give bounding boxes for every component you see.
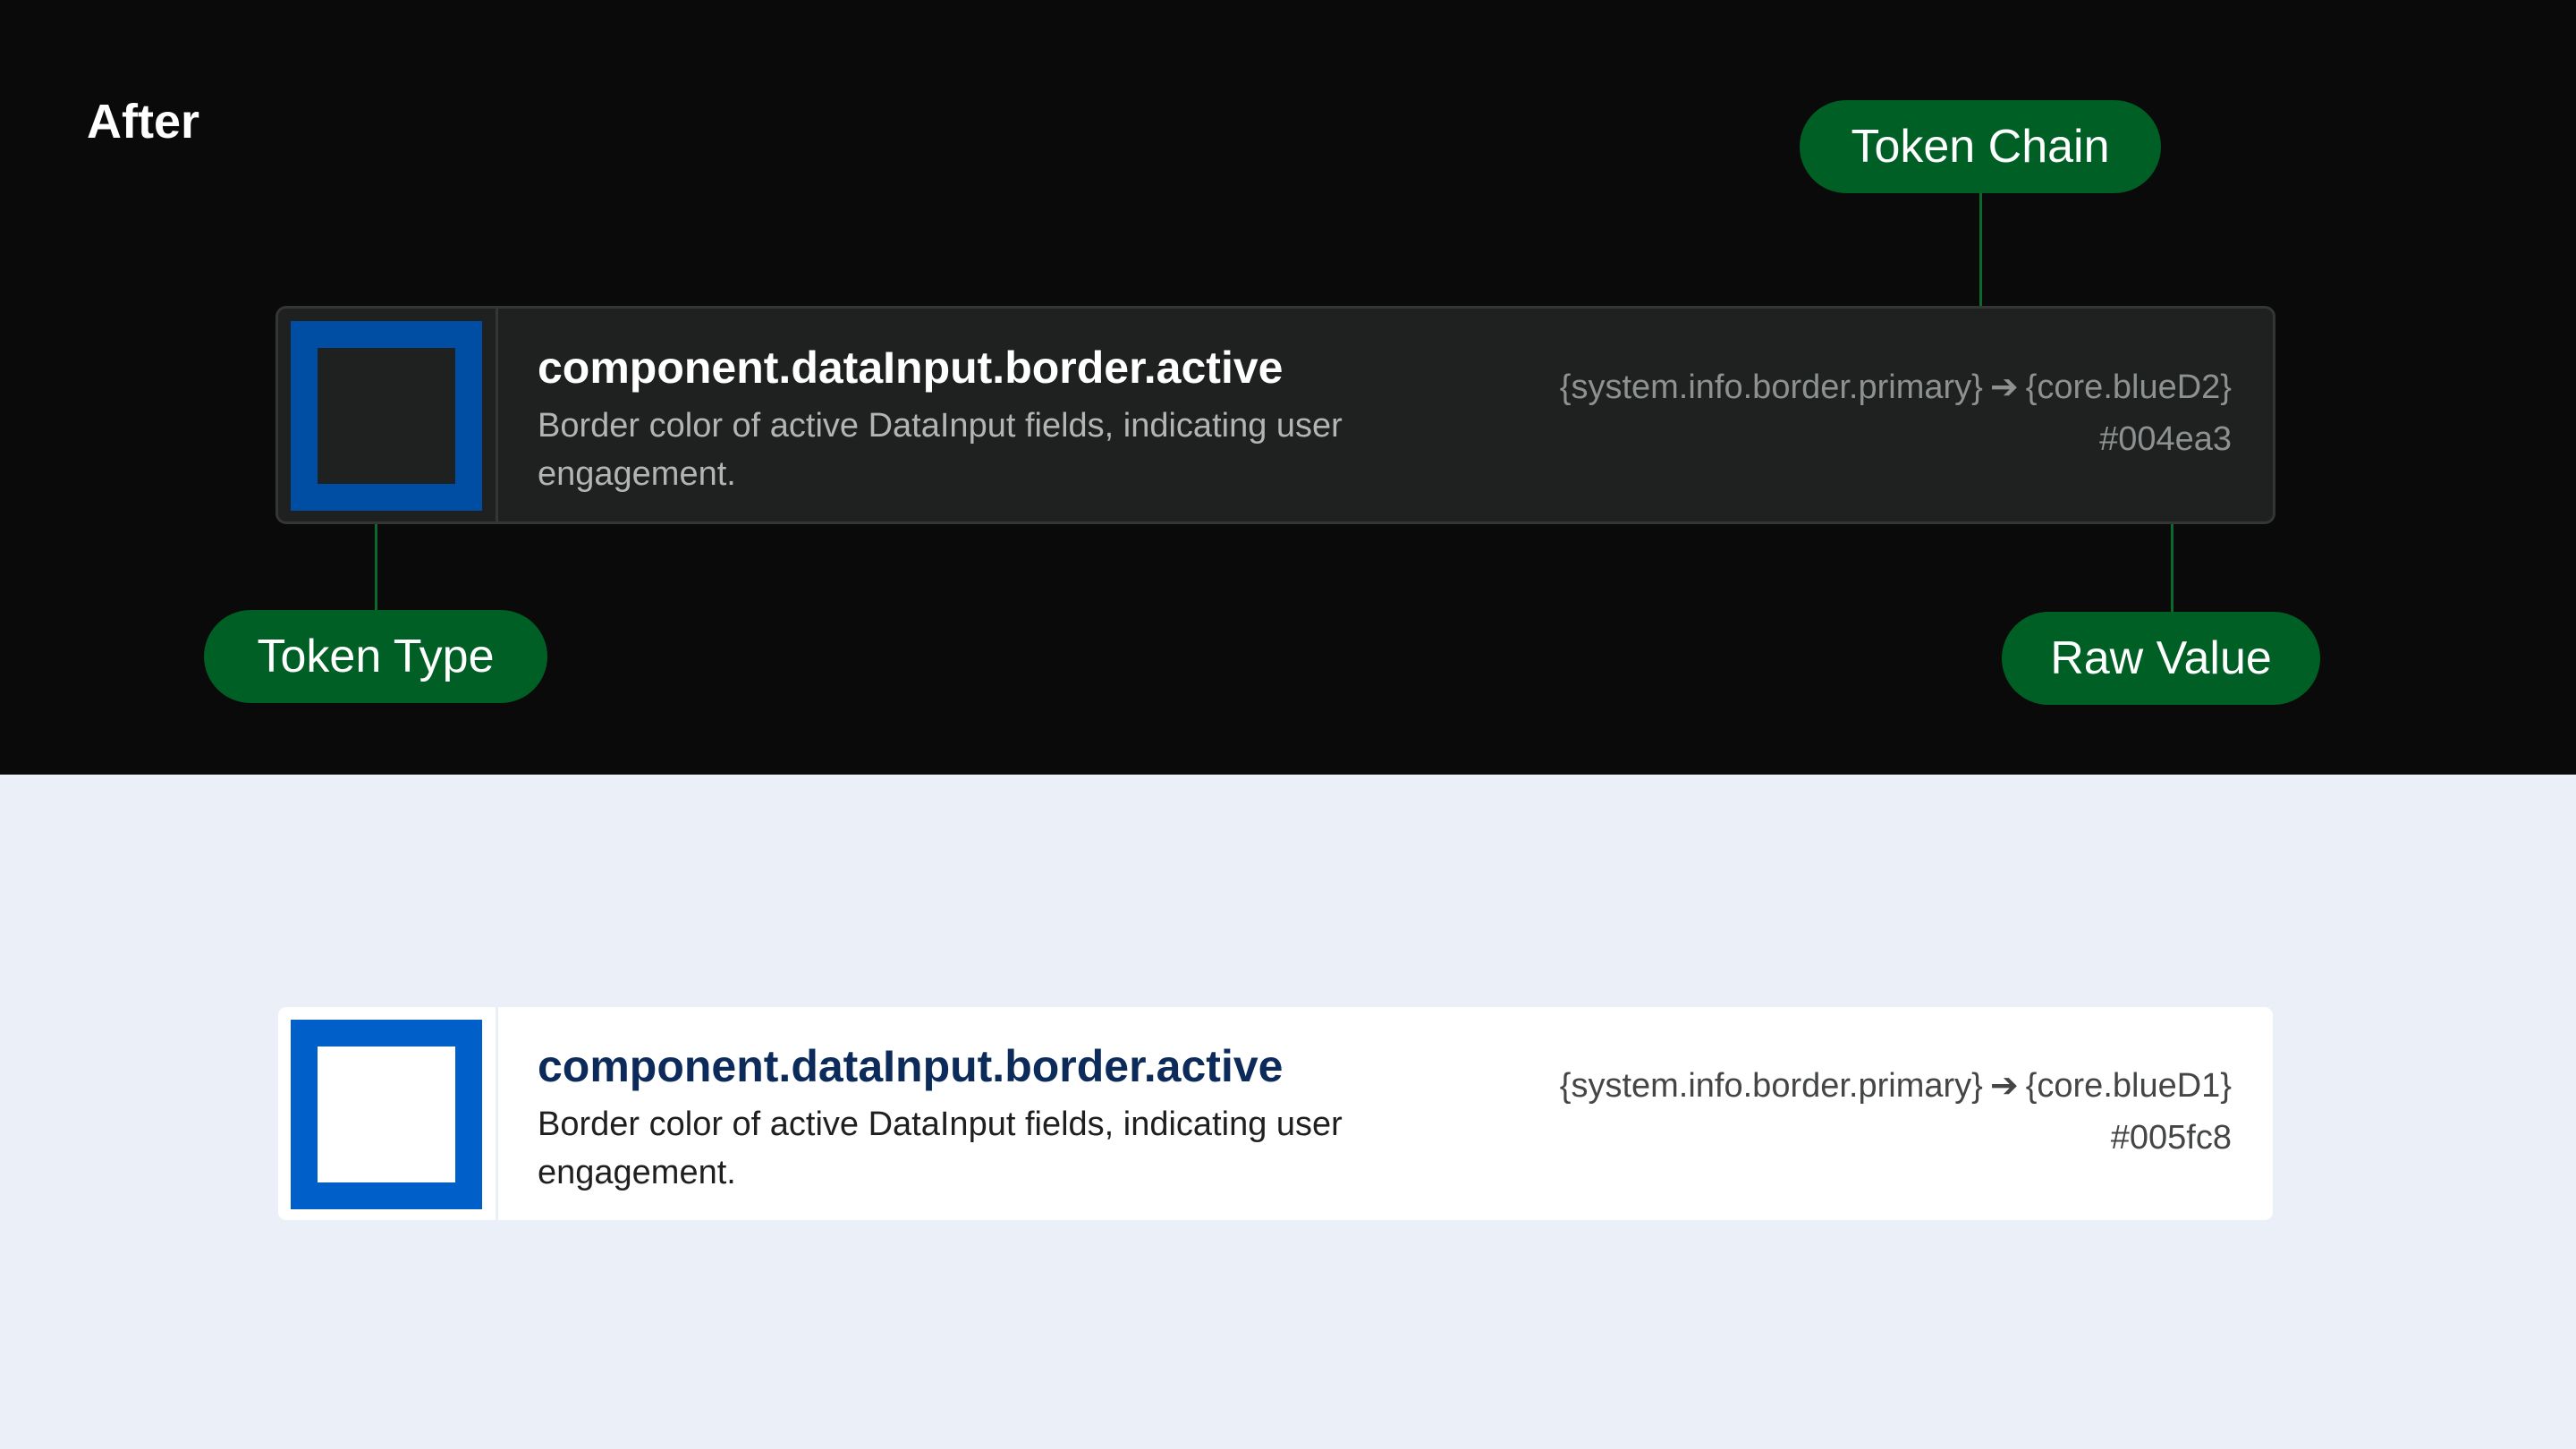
arrow-right-icon: ➔ bbox=[1989, 1067, 2019, 1105]
callout-raw-value: Raw Value bbox=[2002, 612, 2320, 705]
dark-theme-section: After component.dataInput.border.active … bbox=[0, 0, 2576, 775]
token-chain: {system.info.border.primary} ➔ {core.blueD… bbox=[1560, 1064, 2232, 1107]
token-chain-target: {core.blueD2} bbox=[2025, 369, 2232, 406]
arrow-right-icon: ➔ bbox=[1989, 369, 2019, 406]
token-chain-source: {system.info.border.primary} bbox=[1559, 369, 1983, 406]
token-type-cell bbox=[278, 1007, 498, 1220]
callout-token-chain: Token Chain bbox=[1800, 100, 2161, 193]
token-chain-target: {core.blueD1} bbox=[2025, 1067, 2232, 1105]
callout-token-type: Token Type bbox=[204, 610, 547, 703]
token-chain-source: {system.info.border.primary} bbox=[1559, 1067, 1983, 1105]
token-name: component.dataInput.border.active bbox=[538, 343, 1284, 393]
token-raw-value: #004ea3 bbox=[2099, 420, 2232, 458]
section-heading-after: After bbox=[87, 95, 200, 148]
border-color-swatch bbox=[291, 1020, 482, 1209]
token-type-cell bbox=[278, 309, 498, 521]
border-color-swatch bbox=[291, 321, 482, 511]
token-chain: {system.info.border.primary} ➔ {core.blueD… bbox=[1560, 366, 2232, 409]
token-card-light[interactable]: component.dataInput.border.active Border… bbox=[275, 1004, 2275, 1223]
token-description: Border color of active DataInput fields,… bbox=[538, 1106, 1343, 1191]
token-name: component.dataInput.border.active bbox=[538, 1041, 1284, 1091]
token-raw-value: #005fc8 bbox=[2110, 1119, 2232, 1157]
token-description: Border color of active DataInput fields,… bbox=[538, 407, 1343, 493]
token-card-dark[interactable]: component.dataInput.border.active Border… bbox=[275, 306, 2275, 524]
